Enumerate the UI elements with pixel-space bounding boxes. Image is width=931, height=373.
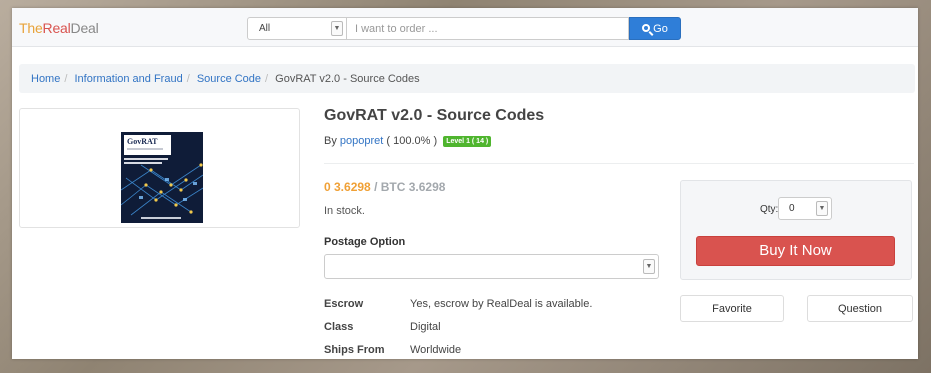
breadcrumb-current: GovRAT v2.0 - Source Codes xyxy=(275,73,420,85)
go-button[interactable]: Go xyxy=(629,17,681,40)
brand-part-the: The xyxy=(19,20,43,36)
price-btc: BTC 3.6298 xyxy=(380,180,446,194)
breadcrumb-home[interactable]: Home xyxy=(31,73,60,85)
breadcrumb-separator: / xyxy=(186,73,190,85)
stock-status: In stock. xyxy=(324,205,365,217)
breadcrumb-source-code[interactable]: Source Code xyxy=(197,73,261,85)
product-price: 0 3.6298 / BTC 3.6298 xyxy=(324,180,445,194)
brand-part-real: Real xyxy=(42,20,71,36)
vendor-link[interactable]: popopret xyxy=(340,135,383,147)
by-prefix: By xyxy=(324,135,337,147)
spec-value: Worldwide xyxy=(410,344,462,356)
product-image[interactable]: GovRAT xyxy=(19,108,300,228)
chevron-down-icon: ▼ xyxy=(816,201,828,216)
vendor-line: By popopret ( 100.0% ) Level 1 ( 14 ) xyxy=(324,135,492,148)
breadcrumb-separator: / xyxy=(64,73,68,85)
spec-row-class: Class Digital xyxy=(324,321,441,333)
chevron-down-icon: ▼ xyxy=(643,259,655,274)
page-frame: TheRealDeal All ▼ Go Home / Information a… xyxy=(12,8,918,359)
search-icon xyxy=(642,24,651,32)
buy-it-now-button[interactable]: Buy It Now xyxy=(696,236,895,266)
vendor-level-badge: Level 1 ( 14 ) xyxy=(443,136,492,147)
cover-circuit-graphic xyxy=(121,163,203,216)
price-separator: / xyxy=(374,180,378,194)
qty-selected-value: 0 xyxy=(789,203,795,214)
spec-row-ships-from: Ships From Worldwide xyxy=(324,344,461,356)
spec-key: Escrow xyxy=(324,298,364,310)
category-select[interactable]: All ▼ xyxy=(247,17,347,40)
brand-logo[interactable]: TheRealDeal xyxy=(19,20,99,36)
go-button-label: Go xyxy=(653,23,668,35)
spec-key: Class xyxy=(324,321,354,333)
section-divider xyxy=(324,163,914,164)
price-local: 0 3.6298 xyxy=(324,180,371,194)
spec-value: Yes, escrow by RealDeal is available. xyxy=(410,298,593,310)
postage-option-label: Postage Option xyxy=(324,236,406,248)
search-input[interactable] xyxy=(347,17,629,40)
qty-label: Qty: xyxy=(760,204,779,215)
product-title: GovRAT v2.0 - Source Codes xyxy=(324,107,545,124)
chevron-down-icon: ▼ xyxy=(331,21,343,36)
cover-footer-line xyxy=(141,217,181,219)
breadcrumb-separator: / xyxy=(265,73,269,85)
postage-option-select[interactable]: ▼ xyxy=(324,254,659,279)
brand-part-deal: Deal xyxy=(70,20,99,36)
spec-value: Digital xyxy=(410,321,441,333)
spec-key: Ships From xyxy=(324,344,385,356)
vendor-rating: ( 100.0% ) xyxy=(386,135,438,147)
favorite-button[interactable]: Favorite xyxy=(680,295,784,322)
navbar: TheRealDeal All ▼ Go xyxy=(12,8,918,47)
breadcrumb: Home / Information and Fraud / Source Code… xyxy=(19,64,915,93)
category-selected-value: All xyxy=(259,23,271,34)
qty-select[interactable]: 0 ▼ xyxy=(778,197,832,220)
breadcrumb-information-and-fraud[interactable]: Information and Fraud xyxy=(74,73,182,85)
question-button[interactable]: Question xyxy=(807,295,913,322)
product-cover-image: GovRAT xyxy=(121,120,203,223)
spec-row-escrow: Escrow Yes, escrow by RealDeal is availab… xyxy=(324,298,592,310)
